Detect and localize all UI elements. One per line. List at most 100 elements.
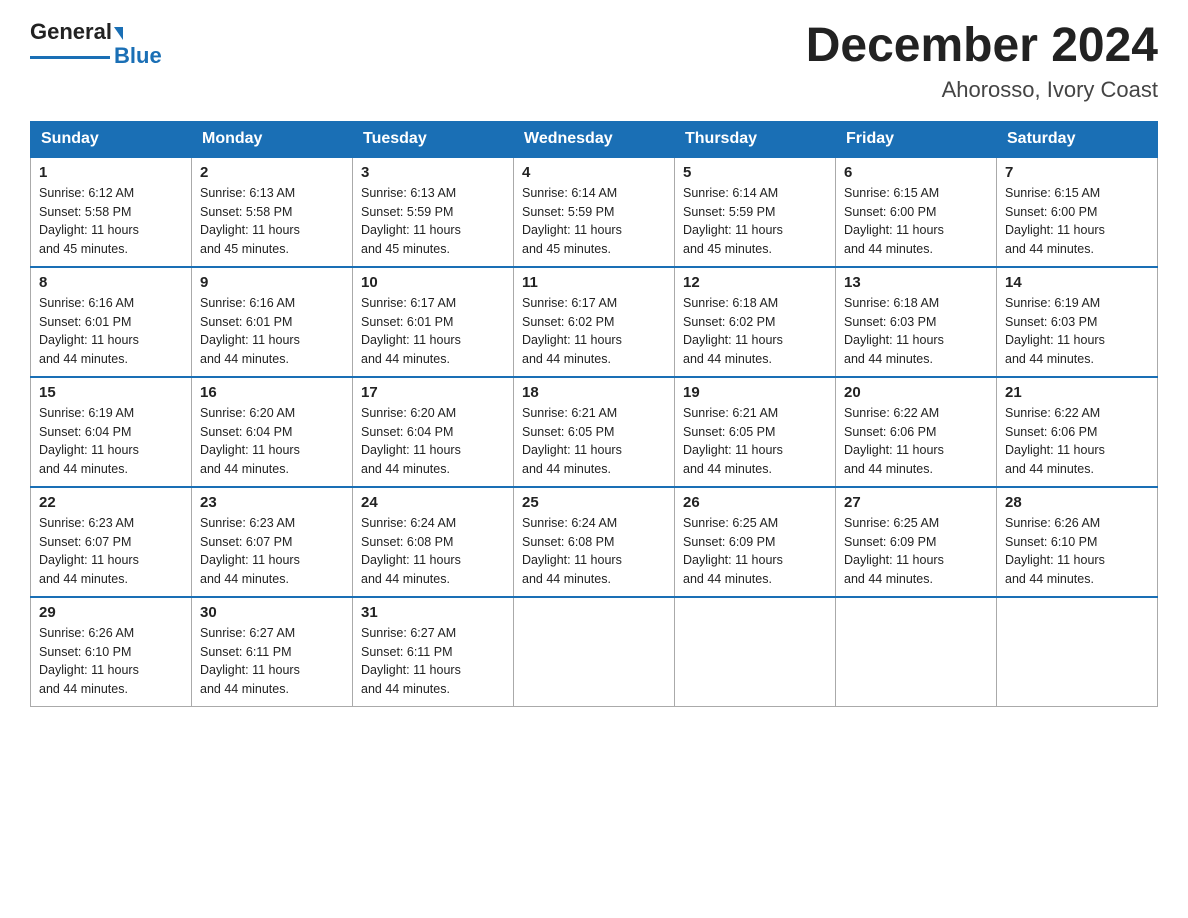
logo: General Blue <box>30 20 162 68</box>
logo-blue-text: Blue <box>114 44 162 68</box>
day-info: Sunrise: 6:13 AMSunset: 5:59 PMDaylight:… <box>361 184 505 259</box>
day-info: Sunrise: 6:25 AMSunset: 6:09 PMDaylight:… <box>844 514 988 589</box>
day-number: 8 <box>39 274 183 291</box>
day-number: 22 <box>39 494 183 511</box>
day-info: Sunrise: 6:14 AMSunset: 5:59 PMDaylight:… <box>683 184 827 259</box>
calendar-cell: 8 Sunrise: 6:16 AMSunset: 6:01 PMDayligh… <box>31 267 192 377</box>
day-number: 18 <box>522 384 666 401</box>
column-header-wednesday: Wednesday <box>514 121 675 157</box>
day-number: 19 <box>683 384 827 401</box>
day-number: 26 <box>683 494 827 511</box>
day-info: Sunrise: 6:26 AMSunset: 6:10 PMDaylight:… <box>39 624 183 699</box>
day-number: 4 <box>522 164 666 181</box>
day-info: Sunrise: 6:16 AMSunset: 6:01 PMDaylight:… <box>200 294 344 369</box>
page-header: General Blue December 2024 Ahorosso, Ivo… <box>30 20 1158 103</box>
day-info: Sunrise: 6:16 AMSunset: 6:01 PMDaylight:… <box>39 294 183 369</box>
column-header-sunday: Sunday <box>31 121 192 157</box>
day-number: 24 <box>361 494 505 511</box>
day-info: Sunrise: 6:27 AMSunset: 6:11 PMDaylight:… <box>200 624 344 699</box>
calendar-cell: 19 Sunrise: 6:21 AMSunset: 6:05 PMDaylig… <box>675 377 836 487</box>
calendar-cell: 5 Sunrise: 6:14 AMSunset: 5:59 PMDayligh… <box>675 157 836 267</box>
day-number: 12 <box>683 274 827 291</box>
calendar-cell: 7 Sunrise: 6:15 AMSunset: 6:00 PMDayligh… <box>997 157 1158 267</box>
day-info: Sunrise: 6:24 AMSunset: 6:08 PMDaylight:… <box>522 514 666 589</box>
calendar-cell: 30 Sunrise: 6:27 AMSunset: 6:11 PMDaylig… <box>192 597 353 707</box>
day-number: 2 <box>200 164 344 181</box>
calendar-cell: 14 Sunrise: 6:19 AMSunset: 6:03 PMDaylig… <box>997 267 1158 377</box>
day-info: Sunrise: 6:19 AMSunset: 6:03 PMDaylight:… <box>1005 294 1149 369</box>
day-number: 3 <box>361 164 505 181</box>
calendar-cell: 21 Sunrise: 6:22 AMSunset: 6:06 PMDaylig… <box>997 377 1158 487</box>
calendar-cell: 11 Sunrise: 6:17 AMSunset: 6:02 PMDaylig… <box>514 267 675 377</box>
calendar-week-row: 15 Sunrise: 6:19 AMSunset: 6:04 PMDaylig… <box>31 377 1158 487</box>
calendar-cell <box>675 597 836 707</box>
calendar-cell: 22 Sunrise: 6:23 AMSunset: 6:07 PMDaylig… <box>31 487 192 597</box>
title-block: December 2024 Ahorosso, Ivory Coast <box>806 20 1158 103</box>
calendar-cell: 25 Sunrise: 6:24 AMSunset: 6:08 PMDaylig… <box>514 487 675 597</box>
day-info: Sunrise: 6:15 AMSunset: 6:00 PMDaylight:… <box>844 184 988 259</box>
day-number: 6 <box>844 164 988 181</box>
day-number: 5 <box>683 164 827 181</box>
day-number: 7 <box>1005 164 1149 181</box>
calendar-cell: 1 Sunrise: 6:12 AMSunset: 5:58 PMDayligh… <box>31 157 192 267</box>
day-info: Sunrise: 6:21 AMSunset: 6:05 PMDaylight:… <box>522 404 666 479</box>
calendar-cell: 17 Sunrise: 6:20 AMSunset: 6:04 PMDaylig… <box>353 377 514 487</box>
calendar-cell: 3 Sunrise: 6:13 AMSunset: 5:59 PMDayligh… <box>353 157 514 267</box>
calendar-cell <box>836 597 997 707</box>
day-info: Sunrise: 6:22 AMSunset: 6:06 PMDaylight:… <box>1005 404 1149 479</box>
day-info: Sunrise: 6:22 AMSunset: 6:06 PMDaylight:… <box>844 404 988 479</box>
day-number: 11 <box>522 274 666 291</box>
calendar-cell: 2 Sunrise: 6:13 AMSunset: 5:58 PMDayligh… <box>192 157 353 267</box>
calendar-week-row: 29 Sunrise: 6:26 AMSunset: 6:10 PMDaylig… <box>31 597 1158 707</box>
day-number: 30 <box>200 604 344 621</box>
calendar-table: SundayMondayTuesdayWednesdayThursdayFrid… <box>30 121 1158 708</box>
calendar-cell: 18 Sunrise: 6:21 AMSunset: 6:05 PMDaylig… <box>514 377 675 487</box>
day-info: Sunrise: 6:27 AMSunset: 6:11 PMDaylight:… <box>361 624 505 699</box>
calendar-cell: 27 Sunrise: 6:25 AMSunset: 6:09 PMDaylig… <box>836 487 997 597</box>
calendar-cell: 4 Sunrise: 6:14 AMSunset: 5:59 PMDayligh… <box>514 157 675 267</box>
calendar-week-row: 1 Sunrise: 6:12 AMSunset: 5:58 PMDayligh… <box>31 157 1158 267</box>
column-header-saturday: Saturday <box>997 121 1158 157</box>
calendar-cell: 29 Sunrise: 6:26 AMSunset: 6:10 PMDaylig… <box>31 597 192 707</box>
column-header-thursday: Thursday <box>675 121 836 157</box>
column-header-friday: Friday <box>836 121 997 157</box>
column-header-monday: Monday <box>192 121 353 157</box>
calendar-cell: 26 Sunrise: 6:25 AMSunset: 6:09 PMDaylig… <box>675 487 836 597</box>
day-number: 9 <box>200 274 344 291</box>
calendar-cell: 15 Sunrise: 6:19 AMSunset: 6:04 PMDaylig… <box>31 377 192 487</box>
day-info: Sunrise: 6:17 AMSunset: 6:02 PMDaylight:… <box>522 294 666 369</box>
day-number: 15 <box>39 384 183 401</box>
calendar-cell: 9 Sunrise: 6:16 AMSunset: 6:01 PMDayligh… <box>192 267 353 377</box>
day-info: Sunrise: 6:14 AMSunset: 5:59 PMDaylight:… <box>522 184 666 259</box>
calendar-cell: 13 Sunrise: 6:18 AMSunset: 6:03 PMDaylig… <box>836 267 997 377</box>
logo-underline <box>30 56 110 59</box>
day-number: 1 <box>39 164 183 181</box>
day-info: Sunrise: 6:18 AMSunset: 6:02 PMDaylight:… <box>683 294 827 369</box>
day-info: Sunrise: 6:17 AMSunset: 6:01 PMDaylight:… <box>361 294 505 369</box>
day-info: Sunrise: 6:25 AMSunset: 6:09 PMDaylight:… <box>683 514 827 589</box>
calendar-cell: 31 Sunrise: 6:27 AMSunset: 6:11 PMDaylig… <box>353 597 514 707</box>
day-number: 29 <box>39 604 183 621</box>
day-number: 10 <box>361 274 505 291</box>
day-info: Sunrise: 6:18 AMSunset: 6:03 PMDaylight:… <box>844 294 988 369</box>
location-title: Ahorosso, Ivory Coast <box>806 77 1158 103</box>
day-info: Sunrise: 6:20 AMSunset: 6:04 PMDaylight:… <box>361 404 505 479</box>
day-number: 13 <box>844 274 988 291</box>
day-info: Sunrise: 6:19 AMSunset: 6:04 PMDaylight:… <box>39 404 183 479</box>
calendar-cell <box>514 597 675 707</box>
day-number: 16 <box>200 384 344 401</box>
day-number: 23 <box>200 494 344 511</box>
day-info: Sunrise: 6:12 AMSunset: 5:58 PMDaylight:… <box>39 184 183 259</box>
day-number: 31 <box>361 604 505 621</box>
calendar-cell: 20 Sunrise: 6:22 AMSunset: 6:06 PMDaylig… <box>836 377 997 487</box>
day-info: Sunrise: 6:13 AMSunset: 5:58 PMDaylight:… <box>200 184 344 259</box>
calendar-week-row: 8 Sunrise: 6:16 AMSunset: 6:01 PMDayligh… <box>31 267 1158 377</box>
day-info: Sunrise: 6:23 AMSunset: 6:07 PMDaylight:… <box>200 514 344 589</box>
day-info: Sunrise: 6:24 AMSunset: 6:08 PMDaylight:… <box>361 514 505 589</box>
day-info: Sunrise: 6:21 AMSunset: 6:05 PMDaylight:… <box>683 404 827 479</box>
day-info: Sunrise: 6:23 AMSunset: 6:07 PMDaylight:… <box>39 514 183 589</box>
calendar-cell: 23 Sunrise: 6:23 AMSunset: 6:07 PMDaylig… <box>192 487 353 597</box>
calendar-cell: 6 Sunrise: 6:15 AMSunset: 6:00 PMDayligh… <box>836 157 997 267</box>
day-number: 21 <box>1005 384 1149 401</box>
calendar-cell: 16 Sunrise: 6:20 AMSunset: 6:04 PMDaylig… <box>192 377 353 487</box>
